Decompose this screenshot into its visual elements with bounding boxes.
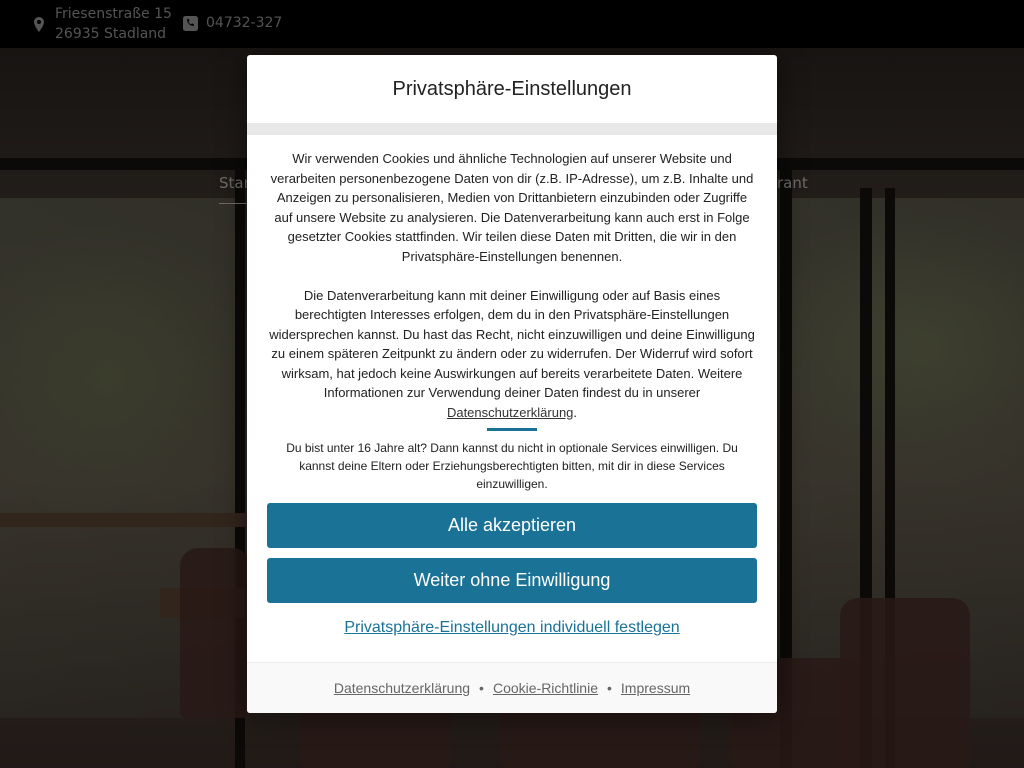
footer-separator: • [607, 680, 612, 696]
individual-settings-link[interactable]: Privatsphäre-Einstellungen individuell f… [247, 619, 777, 637]
age-notice: Du bist unter 16 Jahre alt? Dann kannst … [286, 441, 738, 491]
footer-imprint-link[interactable]: Impressum [621, 680, 690, 696]
continue-without-consent-button[interactable]: Weiter ohne Einwilligung [267, 558, 757, 603]
privacy-settings-dialog: Privatsphäre-Einstellungen Wir verwenden… [247, 55, 777, 713]
footer-privacy-link[interactable]: Datenschutzerklärung [334, 680, 470, 696]
footer-separator: • [479, 680, 484, 696]
consent-description: Wir verwenden Cookies und ähnliche Techn… [270, 151, 754, 264]
processing-description: Die Datenverarbeitung kann mit deiner Ei… [268, 286, 756, 423]
accent-divider [487, 428, 537, 431]
dialog-footer: Datenschutzerklärung • Cookie-Richtlinie… [247, 662, 777, 713]
processing-text: Die Datenverarbeitung kann mit deiner Ei… [269, 287, 755, 401]
header-divider [247, 123, 777, 135]
dialog-header: Privatsphäre-Einstellungen [247, 55, 777, 123]
dialog-body: Wir verwenden Cookies und ähnliche Techn… [247, 135, 777, 493]
privacy-policy-inline-link[interactable]: Datenschutzerklärung [447, 405, 573, 420]
dialog-title: Privatsphäre-Einstellungen [392, 77, 632, 100]
accept-all-button[interactable]: Alle akzeptieren [267, 503, 757, 548]
footer-cookie-policy-link[interactable]: Cookie-Richtlinie [493, 680, 598, 696]
processing-end: . [573, 404, 578, 420]
